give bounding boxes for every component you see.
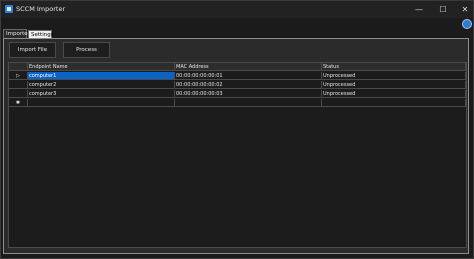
grid-header-row: Endpoint Name MAC Address Status xyxy=(9,63,466,71)
table-row[interactable]: ▷ computer1 00:00:00:00:00:01 Unprocesse… xyxy=(9,72,466,80)
row-header[interactable] xyxy=(9,90,28,98)
import-file-button[interactable]: Import File xyxy=(9,42,56,58)
endpoint-name-cell[interactable]: computer1 xyxy=(28,72,175,80)
status-cell[interactable]: Unprocessed xyxy=(322,72,466,80)
maximize-button[interactable]: ☐ xyxy=(431,1,455,18)
mac-address-cell[interactable]: 00:00:00:00:00:01 xyxy=(175,72,322,80)
status-cell[interactable]: Unprocessed xyxy=(322,81,466,89)
new-row-asterisk-icon[interactable]: ✱ xyxy=(9,99,28,107)
current-row-arrow-icon[interactable]: ▷ xyxy=(9,72,28,80)
column-header-endpoint-name[interactable]: Endpoint Name xyxy=(28,63,175,71)
close-button[interactable]: ✕ xyxy=(453,1,474,18)
mac-address-cell[interactable]: 00:00:00:00:00:02 xyxy=(175,81,322,89)
app-icon xyxy=(5,5,13,13)
column-header-mac-address[interactable]: MAC Address xyxy=(175,63,322,71)
table-row[interactable]: computer2 00:00:00:00:00:02 Unprocessed xyxy=(9,81,466,89)
title-bar: SCCM Importer — ☐ ✕ xyxy=(1,1,473,18)
process-button[interactable]: Process xyxy=(63,42,110,58)
new-status-cell[interactable] xyxy=(322,99,466,107)
help-icon[interactable] xyxy=(462,19,472,29)
mac-address-cell[interactable]: 00:00:00:00:00:03 xyxy=(175,90,322,98)
tab-importer[interactable]: Importer xyxy=(3,29,30,38)
row-header-corner[interactable] xyxy=(9,63,28,71)
importer-panel: Import File Process Endpoint Name MAC Ad… xyxy=(3,38,469,254)
table-row[interactable]: computer3 00:00:00:00:00:03 Unprocessed xyxy=(9,90,466,98)
new-mac-address-cell[interactable] xyxy=(175,99,322,107)
endpoint-name-cell[interactable]: computer2 xyxy=(28,81,175,89)
column-header-status[interactable]: Status xyxy=(322,63,466,71)
status-cell[interactable]: Unprocessed xyxy=(322,90,466,98)
endpoint-name-cell[interactable]: computer3 xyxy=(28,90,175,98)
row-header[interactable] xyxy=(9,81,28,89)
minimize-button[interactable]: — xyxy=(407,1,431,18)
window-title: SCCM Importer xyxy=(16,5,66,13)
endpoint-grid[interactable]: Endpoint Name MAC Address Status ▷ compu… xyxy=(8,62,467,248)
new-row[interactable]: ✱ xyxy=(9,99,466,107)
app-window: SCCM Importer — ☐ ✕ Importer Settings Im… xyxy=(0,0,474,259)
new-endpoint-name-cell[interactable] xyxy=(28,99,175,107)
